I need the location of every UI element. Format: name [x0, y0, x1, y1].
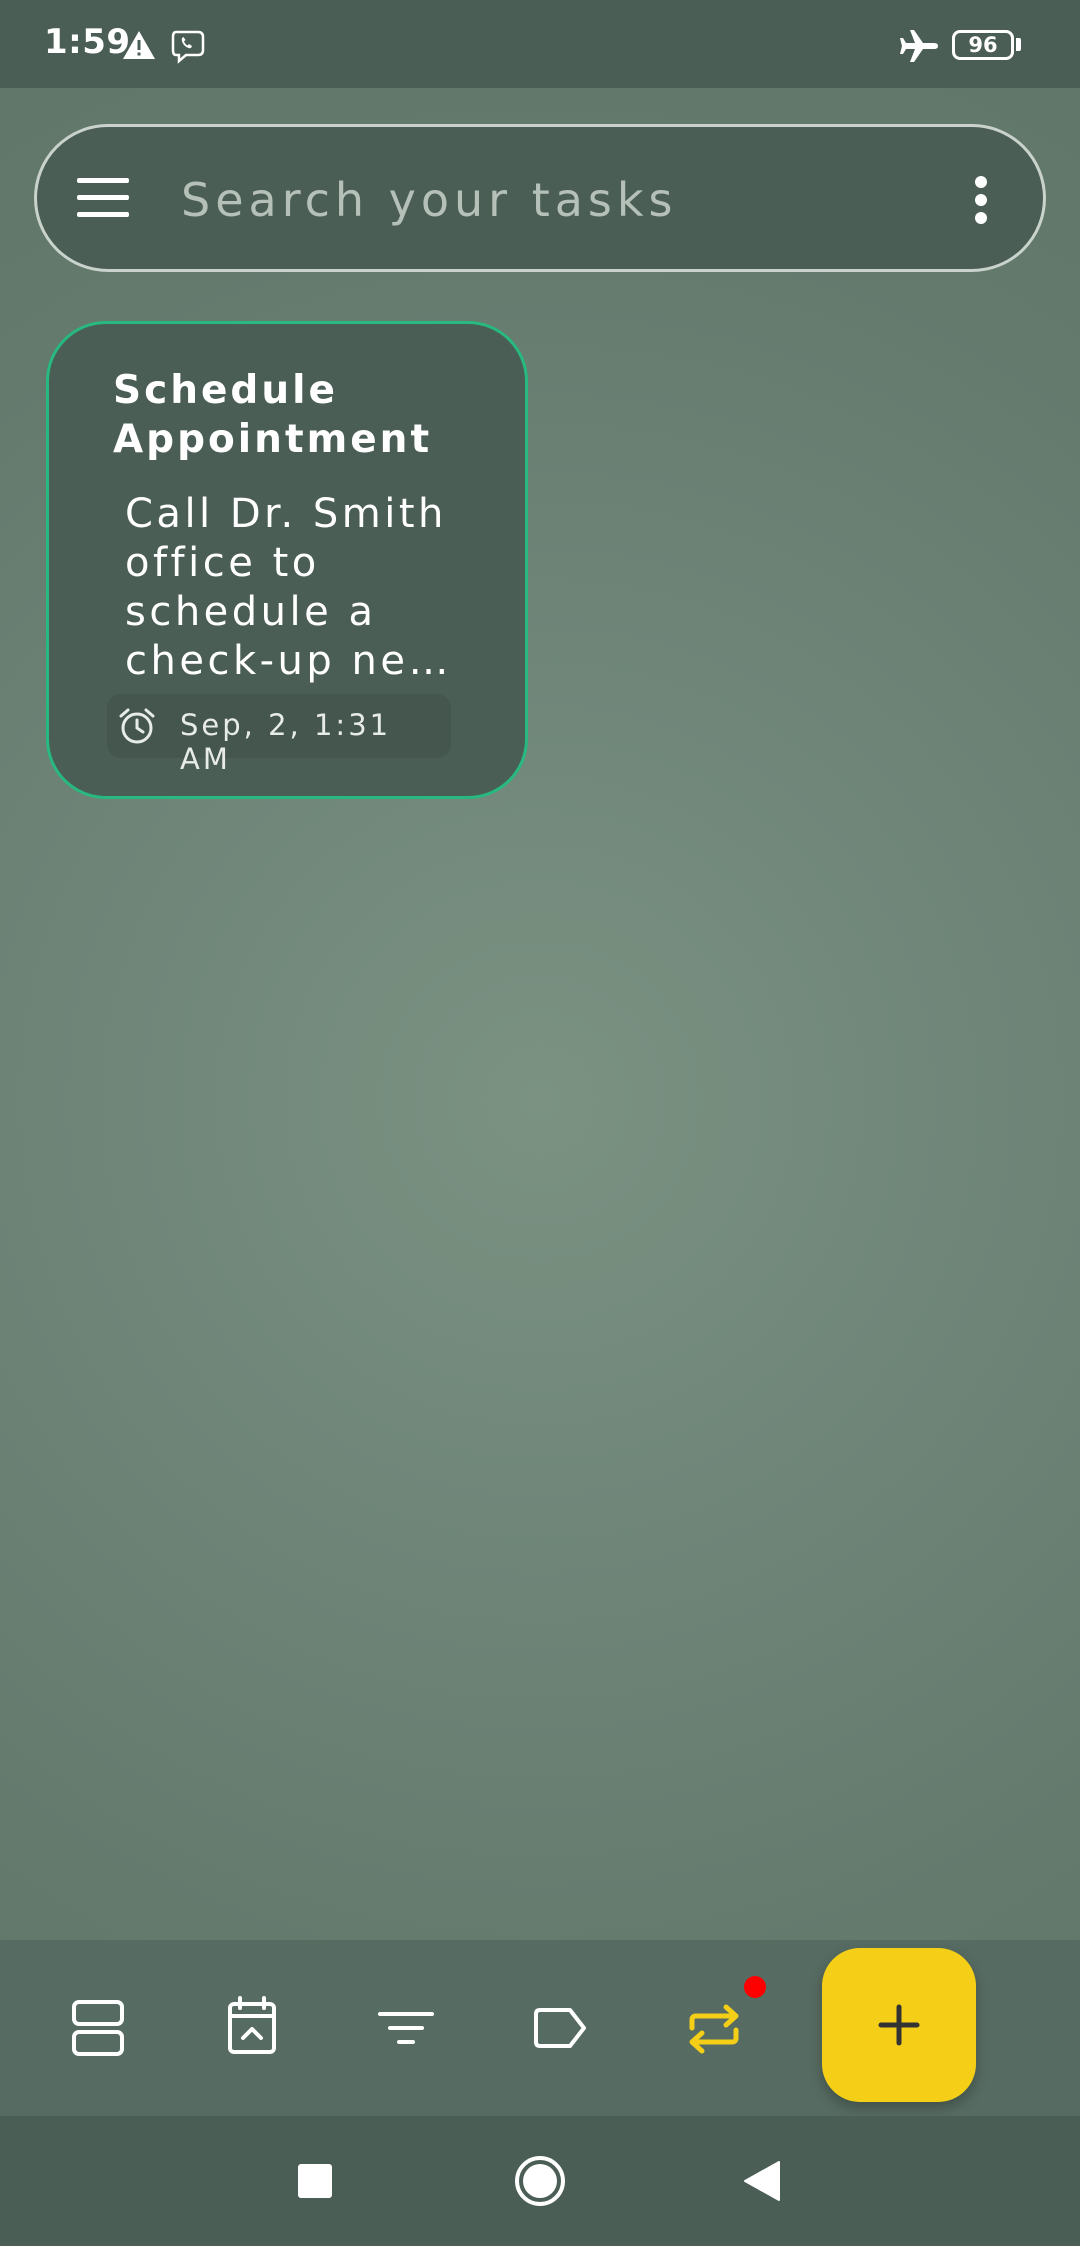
reminder-chip[interactable]: Sep, 2, 1:31 AM [107, 694, 451, 776]
add-icon [878, 2004, 920, 2046]
label-icon[interactable] [520, 1988, 600, 2068]
battery-nub [1016, 38, 1021, 51]
task-description: Call Dr. Smith office to schedule a chec… [125, 491, 452, 684]
airplane-icon [900, 30, 938, 62]
more-vert-icon[interactable] [973, 175, 989, 225]
notification-badge [744, 1976, 766, 1998]
home-icon[interactable] [505, 2146, 575, 2216]
back-icon[interactable] [727, 2146, 797, 2216]
battery-icon: 96 [952, 30, 1014, 60]
battery-level: 96 [968, 33, 998, 57]
viber-icon [171, 30, 205, 64]
bottom-app-bar [0, 1940, 1080, 2116]
calendar-icon[interactable] [212, 1988, 292, 2068]
repeat-icon[interactable] [674, 1988, 754, 2068]
add-task-button[interactable] [822, 1948, 976, 2102]
system-nav-bar [0, 2116, 1080, 2246]
menu-icon[interactable] [77, 178, 129, 218]
filter-icon[interactable] [366, 1988, 446, 2068]
task-card[interactable]: Schedule Appointment Call Dr. Smith offi… [46, 321, 528, 799]
task-title: Schedule Appointment [113, 368, 433, 462]
alarm-icon [119, 708, 155, 744]
view-agenda-icon[interactable] [58, 1988, 138, 2068]
status-bar: 1:59 96 [0, 0, 1080, 88]
warning-icon [123, 31, 155, 59]
status-time: 1:59 [44, 22, 131, 62]
search-bar[interactable]: Search your tasks [34, 124, 1046, 272]
reminder-text: Sep, 2, 1:31 AM [180, 708, 392, 776]
search-input[interactable]: Search your tasks [181, 173, 678, 227]
recents-icon[interactable] [280, 2146, 350, 2216]
